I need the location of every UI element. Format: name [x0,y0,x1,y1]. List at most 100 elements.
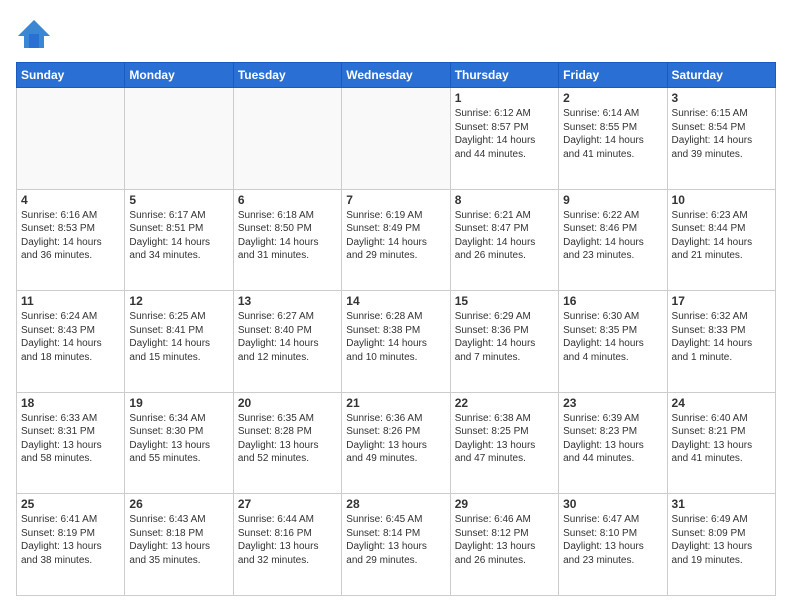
day-number: 12 [129,294,228,308]
day-number: 14 [346,294,445,308]
page: SundayMondayTuesdayWednesdayThursdayFrid… [0,0,792,612]
day-info: Sunrise: 6:45 AM Sunset: 8:14 PM Dayligh… [346,513,445,567]
day-number: 17 [672,294,771,308]
day-number: 22 [455,396,554,410]
day-info: Sunrise: 6:24 AM Sunset: 8:43 PM Dayligh… [21,310,120,364]
day-info: Sunrise: 6:18 AM Sunset: 8:50 PM Dayligh… [238,209,337,263]
day-number: 30 [563,497,662,511]
day-number: 25 [21,497,120,511]
day-number: 18 [21,396,120,410]
day-info: Sunrise: 6:17 AM Sunset: 8:51 PM Dayligh… [129,209,228,263]
calendar-cell: 6Sunrise: 6:18 AM Sunset: 8:50 PM Daylig… [233,189,341,291]
day-number: 7 [346,193,445,207]
calendar-cell: 5 Sunrise: 6:17 AM Sunset: 8:51 PM Daylig… [125,189,233,291]
day-number: 16 [563,294,662,308]
calendar-header-tuesday: Tuesday [233,63,341,88]
calendar-header-saturday: Saturday [667,63,775,88]
day-info: Sunrise: 6:16 AM Sunset: 8:53 PM Dayligh… [21,209,120,263]
day-number: 31 [672,497,771,511]
day-info: Sunrise: 6:35 AM Sunset: 8:28 PM Dayligh… [238,412,337,466]
calendar-header-sunday: Sunday [17,63,125,88]
day-info: Sunrise: 6:12 AM Sunset: 8:57 PM Dayligh… [455,107,554,161]
calendar-week-4: 25 Sunrise: 6:41 AM Sunset: 8:19 PM Dayli… [17,494,776,596]
calendar-cell: 25 Sunrise: 6:41 AM Sunset: 8:19 PM Dayli… [17,494,125,596]
calendar-week-0: 1 Sunrise: 6:12 AM Sunset: 8:57 PM Daylig… [17,88,776,190]
day-number: 13 [238,294,337,308]
calendar-cell: 29 Sunrise: 6:46 AM Sunset: 8:12 PM Dayli… [450,494,558,596]
calendar-cell: 26Sunrise: 6:43 AM Sunset: 8:18 PM Dayli… [125,494,233,596]
day-info: Sunrise: 6:49 AM Sunset: 8:09 PM Dayligh… [672,513,771,567]
day-number: 11 [21,294,120,308]
calendar-cell: 3Sunrise: 6:15 AM Sunset: 8:54 PM Daylig… [667,88,775,190]
calendar-cell: 31 Sunrise: 6:49 AM Sunset: 8:09 PM Dayli… [667,494,775,596]
day-number: 15 [455,294,554,308]
day-info: Sunrise: 6:30 AM Sunset: 8:35 PM Dayligh… [563,310,662,364]
calendar-week-1: 4 Sunrise: 6:16 AM Sunset: 8:53 PM Daylig… [17,189,776,291]
calendar-cell: 1 Sunrise: 6:12 AM Sunset: 8:57 PM Daylig… [450,88,558,190]
logo [16,16,56,52]
calendar-header-monday: Monday [125,63,233,88]
day-info: Sunrise: 6:36 AM Sunset: 8:26 PM Dayligh… [346,412,445,466]
calendar-cell: 30 Sunrise: 6:47 AM Sunset: 8:10 PM Dayli… [559,494,667,596]
calendar-cell: 18 Sunrise: 6:33 AM Sunset: 8:31 PM Dayli… [17,392,125,494]
day-number: 27 [238,497,337,511]
calendar-header-friday: Friday [559,63,667,88]
calendar-cell: 24 Sunrise: 6:40 AM Sunset: 8:21 PM Dayli… [667,392,775,494]
day-number: 1 [455,91,554,105]
day-info: Sunrise: 6:25 AM Sunset: 8:41 PM Dayligh… [129,310,228,364]
day-info: Sunrise: 6:40 AM Sunset: 8:21 PM Dayligh… [672,412,771,466]
day-number: 24 [672,396,771,410]
calendar-cell: 14 Sunrise: 6:28 AM Sunset: 8:38 PM Dayli… [342,291,450,393]
day-number: 2 [563,91,662,105]
day-number: 4 [21,193,120,207]
day-number: 8 [455,193,554,207]
calendar-cell: 2Sunrise: 6:14 AM Sunset: 8:55 PM Daylig… [559,88,667,190]
calendar-cell: 22 Sunrise: 6:38 AM Sunset: 8:25 PM Dayli… [450,392,558,494]
calendar-cell: 27 Sunrise: 6:44 AM Sunset: 8:16 PM Dayli… [233,494,341,596]
calendar-cell [17,88,125,190]
day-info: Sunrise: 6:41 AM Sunset: 8:19 PM Dayligh… [21,513,120,567]
day-info: Sunrise: 6:22 AM Sunset: 8:46 PM Dayligh… [563,209,662,263]
calendar-cell: 10 Sunrise: 6:23 AM Sunset: 8:44 PM Dayli… [667,189,775,291]
logo-icon [16,16,52,52]
day-info: Sunrise: 6:44 AM Sunset: 8:16 PM Dayligh… [238,513,337,567]
day-number: 5 [129,193,228,207]
day-info: Sunrise: 6:27 AM Sunset: 8:40 PM Dayligh… [238,310,337,364]
calendar-cell: 12 Sunrise: 6:25 AM Sunset: 8:41 PM Dayli… [125,291,233,393]
calendar-header-wednesday: Wednesday [342,63,450,88]
calendar-cell: 17 Sunrise: 6:32 AM Sunset: 8:33 PM Dayli… [667,291,775,393]
calendar-cell: 4 Sunrise: 6:16 AM Sunset: 8:53 PM Daylig… [17,189,125,291]
day-info: Sunrise: 6:39 AM Sunset: 8:23 PM Dayligh… [563,412,662,466]
calendar-cell: 7Sunrise: 6:19 AM Sunset: 8:49 PM Daylig… [342,189,450,291]
day-number: 20 [238,396,337,410]
day-number: 29 [455,497,554,511]
day-info: Sunrise: 6:47 AM Sunset: 8:10 PM Dayligh… [563,513,662,567]
calendar-cell [233,88,341,190]
calendar-cell: 19Sunrise: 6:34 AM Sunset: 8:30 PM Dayli… [125,392,233,494]
calendar-cell: 21 Sunrise: 6:36 AM Sunset: 8:26 PM Dayli… [342,392,450,494]
calendar-cell: 11 Sunrise: 6:24 AM Sunset: 8:43 PM Dayli… [17,291,125,393]
day-info: Sunrise: 6:29 AM Sunset: 8:36 PM Dayligh… [455,310,554,364]
day-number: 26 [129,497,228,511]
calendar-week-2: 11 Sunrise: 6:24 AM Sunset: 8:43 PM Dayli… [17,291,776,393]
calendar-cell: 15 Sunrise: 6:29 AM Sunset: 8:36 PM Dayli… [450,291,558,393]
day-number: 9 [563,193,662,207]
day-info: Sunrise: 6:23 AM Sunset: 8:44 PM Dayligh… [672,209,771,263]
day-number: 10 [672,193,771,207]
day-info: Sunrise: 6:33 AM Sunset: 8:31 PM Dayligh… [21,412,120,466]
day-info: Sunrise: 6:46 AM Sunset: 8:12 PM Dayligh… [455,513,554,567]
day-number: 23 [563,396,662,410]
day-number: 28 [346,497,445,511]
day-info: Sunrise: 6:38 AM Sunset: 8:25 PM Dayligh… [455,412,554,466]
calendar-header-row: SundayMondayTuesdayWednesdayThursdayFrid… [17,63,776,88]
day-info: Sunrise: 6:32 AM Sunset: 8:33 PM Dayligh… [672,310,771,364]
day-number: 21 [346,396,445,410]
calendar-cell: 28 Sunrise: 6:45 AM Sunset: 8:14 PM Dayli… [342,494,450,596]
day-info: Sunrise: 6:34 AM Sunset: 8:30 PM Dayligh… [129,412,228,466]
calendar-cell: 23 Sunrise: 6:39 AM Sunset: 8:23 PM Dayli… [559,392,667,494]
day-info: Sunrise: 6:15 AM Sunset: 8:54 PM Dayligh… [672,107,771,161]
day-info: Sunrise: 6:28 AM Sunset: 8:38 PM Dayligh… [346,310,445,364]
calendar-header-thursday: Thursday [450,63,558,88]
calendar-table: SundayMondayTuesdayWednesdayThursdayFrid… [16,62,776,596]
calendar-cell [342,88,450,190]
